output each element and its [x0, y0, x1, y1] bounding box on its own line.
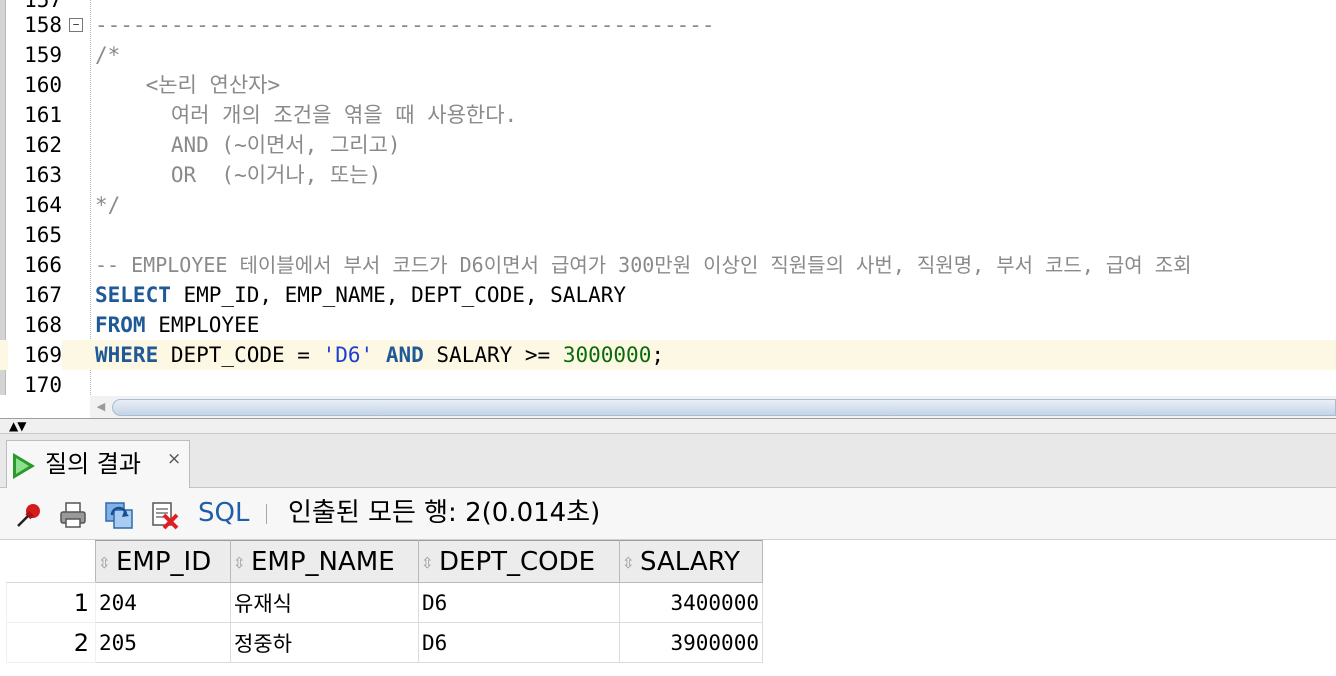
cell-dept-code[interactable]: D6	[418, 582, 620, 623]
code-line-170[interactable]: 170	[0, 370, 1336, 395]
scrollbar-thumb[interactable]	[112, 399, 1336, 416]
code-text: ----------------------------------------…	[95, 13, 715, 37]
row-number: 2	[6, 622, 96, 663]
line-number: 159	[24, 43, 62, 67]
line-number: 167	[24, 283, 62, 307]
results-grid-area: ⇳ EMP_ID ⇳ EMP_NAME ⇳ DEPT_CODE ⇳ SALARY 1 2…	[0, 540, 1336, 676]
code-line-165[interactable]: 165	[0, 220, 1336, 250]
code-text: /*	[95, 43, 121, 67]
close-icon[interactable]: ×	[167, 449, 181, 469]
sort-icon[interactable]: ⇳	[622, 554, 636, 572]
cell-salary[interactable]: 3900000	[619, 622, 763, 663]
cell-dept-code[interactable]: D6	[418, 622, 620, 663]
tab-query-result[interactable]: 질의 결과 ×	[6, 440, 190, 489]
code-text: <논리 연산자>	[95, 73, 281, 97]
line-number: 168	[24, 313, 62, 337]
code-text: -- EMPLOYEE 테이블에서 부서 코드가 D6이면서 급여가 300만원…	[95, 253, 1192, 277]
code-fragment	[373, 343, 386, 367]
line-number: 166	[24, 253, 62, 277]
results-tab-bar: 질의 결과 ×	[0, 434, 1336, 489]
code-line-161[interactable]: 161 여러 개의 조건을 엮을 때 사용한다.	[0, 100, 1336, 130]
toolbar-divider	[266, 504, 267, 524]
delete-sql-icon[interactable]	[150, 500, 180, 530]
scroll-left-icon[interactable]: ◀	[94, 399, 108, 415]
code-text: AND (~이면서, 그리고)	[95, 133, 401, 157]
sort-icon[interactable]: ⇳	[98, 554, 112, 572]
sort-icon[interactable]: ⇳	[421, 554, 435, 572]
refresh-icon[interactable]	[104, 500, 134, 530]
string-literal: 'D6'	[322, 343, 374, 367]
code-line-159[interactable]: 159 /*	[0, 40, 1336, 70]
fold-collapse-icon[interactable]: −	[69, 18, 83, 32]
sql-editor[interactable]: 157 158 − ------------------------------…	[0, 0, 1336, 395]
editor-horizontal-scrollbar[interactable]: ◀	[90, 396, 1336, 418]
tab-label: 질의 결과	[45, 450, 141, 478]
table-row[interactable]: 1 204 유재식 D6 3400000	[6, 582, 763, 623]
fetch-status: 인출된 모든 행: 2(0.014초)	[288, 498, 601, 528]
code-line-167[interactable]: 167 SELECT EMP_ID, EMP_NAME, DEPT_CODE, …	[0, 280, 1336, 310]
line-number: 163	[24, 163, 62, 187]
line-number: 170	[24, 373, 62, 395]
code-text: OR (~이거나, 또는)	[95, 163, 382, 187]
cell-emp-name[interactable]: 정중하	[230, 622, 419, 663]
sql-keyword: WHERE	[95, 343, 159, 367]
sql-keyword: FROM	[95, 313, 146, 337]
code-text: SELECT EMP_ID, EMP_NAME, DEPT_CODE, SALA…	[95, 280, 626, 310]
code-text: FROM EMPLOYEE	[95, 310, 259, 340]
code-text: WHERE DEPT_CODE = 'D6' AND SALARY >= 300…	[95, 340, 664, 370]
line-number: 162	[24, 133, 62, 157]
cell-emp-name[interactable]: 유재식	[230, 582, 419, 623]
code-line-163[interactable]: 163 OR (~이거나, 또는)	[0, 160, 1336, 190]
code-line-162[interactable]: 162 AND (~이면서, 그리고)	[0, 130, 1336, 160]
print-icon[interactable]	[58, 500, 88, 530]
code-text: */	[95, 193, 121, 217]
cell-emp-id[interactable]: 204	[95, 582, 231, 623]
panel-splitter[interactable]: ▲▼	[0, 418, 1336, 434]
row-number: 1	[6, 582, 96, 623]
column-header-emp-id[interactable]: ⇳ EMP_ID	[95, 540, 231, 583]
code-line-164[interactable]: 164 */	[0, 190, 1336, 220]
code-fragment: EMP_ID, EMP_NAME, DEPT_CODE, SALARY	[170, 283, 627, 307]
sql-keyword: SELECT	[95, 283, 171, 307]
cell-emp-id[interactable]: 205	[95, 622, 231, 663]
line-number: 164	[24, 193, 62, 217]
column-header-salary[interactable]: ⇳ SALARY	[619, 540, 763, 583]
column-header-dept-code[interactable]: ⇳ DEPT_CODE	[418, 540, 620, 583]
pin-icon[interactable]	[14, 500, 44, 530]
code-fragment: ;	[651, 343, 665, 367]
results-toolbar: SQL 인출된 모든 행: 2(0.014초)	[0, 488, 1336, 540]
code-fragment: EMPLOYEE	[145, 313, 260, 337]
code-line-160[interactable]: 160 <논리 연산자>	[0, 70, 1336, 100]
code-line-168[interactable]: 168 FROM EMPLOYEE	[0, 310, 1336, 340]
row-number-header	[6, 540, 96, 583]
line-number: 161	[24, 103, 62, 127]
line-number: 158	[24, 13, 62, 37]
number-literal: 3000000	[562, 343, 652, 367]
table-row[interactable]: 2 205 정중하 D6 3900000	[6, 622, 763, 663]
code-line-169[interactable]: 169 WHERE DEPT_CODE = 'D6' AND SALARY >=…	[0, 340, 1336, 370]
line-number: 160	[24, 73, 62, 97]
code-line-158[interactable]: 158 − ----------------------------------…	[0, 10, 1336, 40]
play-icon	[13, 453, 35, 479]
sql-keyword: AND	[385, 343, 424, 367]
column-header-emp-name[interactable]: ⇳ EMP_NAME	[230, 540, 419, 583]
code-fragment: DEPT_CODE =	[158, 343, 323, 367]
results-grid: ⇳ EMP_ID ⇳ EMP_NAME ⇳ DEPT_CODE ⇳ SALARY 1 2…	[6, 540, 763, 663]
code-fragment: SALARY >=	[423, 343, 563, 367]
line-number: 165	[24, 223, 62, 247]
code-text: 여러 개의 조건을 엮을 때 사용한다.	[95, 103, 518, 127]
splitter-arrows-icon[interactable]: ▲▼	[9, 419, 26, 433]
sort-icon[interactable]: ⇳	[233, 554, 247, 572]
sql-button[interactable]: SQL	[198, 496, 249, 530]
line-number: 169	[8, 340, 62, 370]
cell-salary[interactable]: 3400000	[619, 582, 763, 623]
code-line-166[interactable]: 166 -- EMPLOYEE 테이블에서 부서 코드가 D6이면서 급여가 3…	[0, 250, 1336, 280]
